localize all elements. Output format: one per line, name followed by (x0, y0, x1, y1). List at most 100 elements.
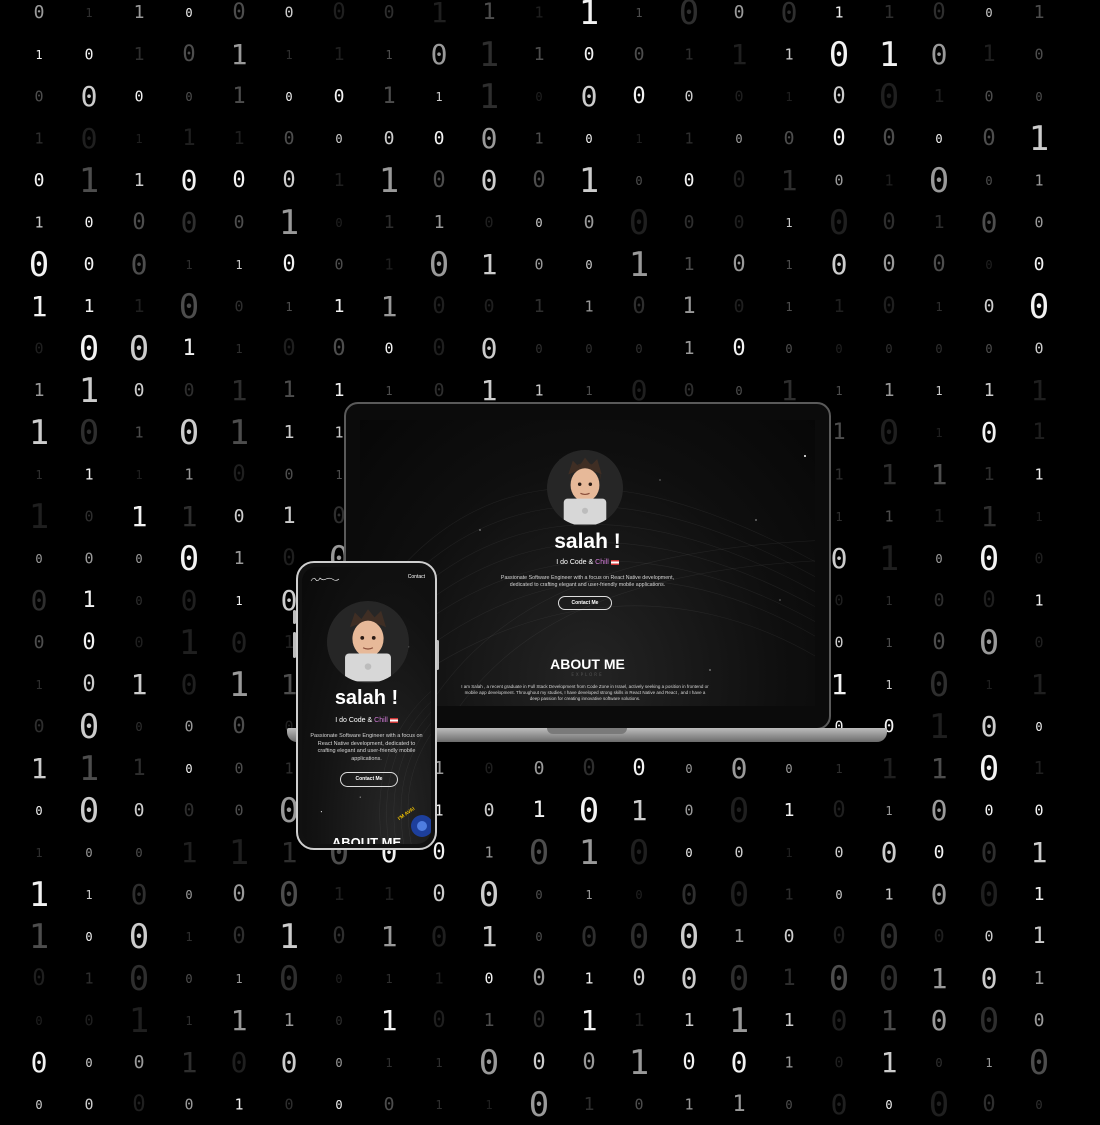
binary-digit: 0 (33, 2, 45, 23)
binary-digit: 1 (880, 1004, 898, 1037)
binary-digit: 0 (335, 216, 343, 230)
phone-nav-contact[interactable]: Contact (408, 574, 425, 580)
binary-digit: 0 (283, 128, 295, 149)
binary-digit: 1 (930, 752, 948, 785)
binary-digit: 0 (732, 336, 746, 361)
binary-digit: 1 (784, 1053, 794, 1072)
binary-digit: 0 (284, 465, 294, 484)
binary-digit: 0 (632, 756, 646, 781)
binary-digit: 1 (880, 1046, 898, 1079)
binary-digit: 0 (1034, 339, 1044, 358)
binary-digit: 1 (180, 836, 198, 869)
binary-digit: 0 (830, 542, 848, 575)
binary-digit: 0 (333, 86, 345, 107)
binary-digit: 0 (830, 1088, 848, 1121)
binary-digit: 1 (230, 374, 248, 407)
binary-digit: 0 (535, 216, 543, 230)
binary-digit: 0 (132, 210, 146, 235)
binary-digit: 1 (983, 464, 995, 485)
binary-digit: 0 (828, 959, 850, 999)
binary-digit: 0 (935, 1056, 943, 1070)
binary-digit: 1 (235, 972, 243, 986)
binary-digit: 1 (830, 668, 848, 701)
binary-digit: 1 (335, 468, 343, 482)
binary-digit: 1 (228, 833, 250, 873)
phone-tagline: I do Code & Chill (302, 717, 431, 724)
binary-digit: 0 (1034, 213, 1044, 232)
binary-digit: 0 (335, 972, 343, 986)
binary-digit: 1 (480, 920, 498, 953)
binary-digit: 0 (1035, 1098, 1043, 1112)
binary-digit: 0 (878, 77, 900, 117)
binary-digit: 0 (683, 380, 695, 401)
binary-digit: 1 (884, 171, 894, 190)
binary-digit: 1 (635, 6, 643, 20)
binary-digit: 0 (832, 126, 846, 151)
binary-digit: 0 (135, 594, 143, 608)
binary-digit: 0 (585, 258, 593, 272)
binary-digit: 1 (533, 296, 545, 317)
binary-digit: 0 (535, 930, 543, 944)
binary-digit: 0 (432, 168, 446, 193)
binary-digit: 0 (185, 972, 193, 986)
binary-digit: 0 (582, 1050, 596, 1075)
binary-digit: 1 (282, 504, 296, 529)
binary-digit: 0 (180, 206, 198, 239)
binary-digit: 0 (783, 926, 795, 947)
binary-digit: 1 (534, 381, 544, 400)
signature-logo-icon[interactable] (310, 575, 340, 583)
binary-digit: 0 (982, 1092, 996, 1117)
phone-contact-button[interactable]: Contact Me (340, 772, 398, 787)
binary-digit: 0 (1034, 801, 1044, 820)
binary-digit: 0 (583, 212, 595, 233)
binary-digit: 0 (832, 84, 846, 109)
binary-digit: 0 (882, 294, 896, 319)
binary-digit: 1 (1034, 465, 1044, 484)
binary-digit: 1 (584, 969, 594, 988)
binary-digit: 0 (335, 132, 343, 146)
binary-digit: 1 (732, 1092, 746, 1117)
binary-digit: 0 (78, 413, 100, 453)
binary-digit: 0 (978, 539, 1000, 579)
binary-digit: 0 (1035, 720, 1043, 734)
binary-digit: 0 (628, 203, 650, 243)
binary-digit: 1 (930, 458, 948, 491)
binary-digit: 1 (784, 45, 794, 64)
binary-digit: 0 (685, 762, 693, 776)
binary-digit: 1 (333, 884, 345, 905)
binary-digit: 0 (532, 966, 546, 991)
binary-digit: 0 (234, 801, 244, 820)
binary-digit: 1 (785, 258, 793, 272)
binary-digit: 0 (332, 336, 346, 361)
binary-digit: 0 (30, 584, 48, 617)
binary-digit: 1 (235, 342, 243, 356)
binary-digit: 1 (34, 213, 44, 232)
binary-digit: 1 (935, 384, 943, 398)
binary-digit: 1 (230, 1004, 248, 1037)
binary-digit: 1 (128, 1001, 150, 1041)
binary-digit: 1 (933, 212, 945, 233)
binary-digit: 0 (233, 212, 245, 233)
binary-digit: 1 (785, 300, 793, 314)
binary-digit: 1 (883, 380, 895, 401)
binary-digit: 0 (232, 924, 246, 949)
binary-digit: 0 (935, 132, 943, 146)
badge-globe-icon (417, 821, 427, 831)
binary-digit: 1 (383, 212, 395, 233)
binary-digit: 1 (483, 1010, 495, 1031)
binary-digit: 1 (578, 833, 600, 873)
binary-digit: 1 (385, 972, 393, 986)
binary-digit: 0 (532, 168, 546, 193)
binary-digit: 1 (185, 930, 193, 944)
binary-digit: 0 (834, 171, 844, 190)
binary-digit: 0 (828, 35, 850, 75)
binary-digit: 0 (428, 245, 450, 285)
binary-digit: 0 (928, 1085, 950, 1125)
laptop-contact-button[interactable]: Contact Me (558, 596, 612, 610)
binary-digit: 0 (734, 87, 744, 106)
available-badge[interactable]: I'M AVAI (397, 806, 431, 837)
binary-digit: 1 (482, 0, 496, 25)
binary-digit: 0 (680, 962, 698, 995)
binary-digit: 0 (30, 1046, 48, 1079)
binary-digit: 0 (232, 882, 246, 907)
